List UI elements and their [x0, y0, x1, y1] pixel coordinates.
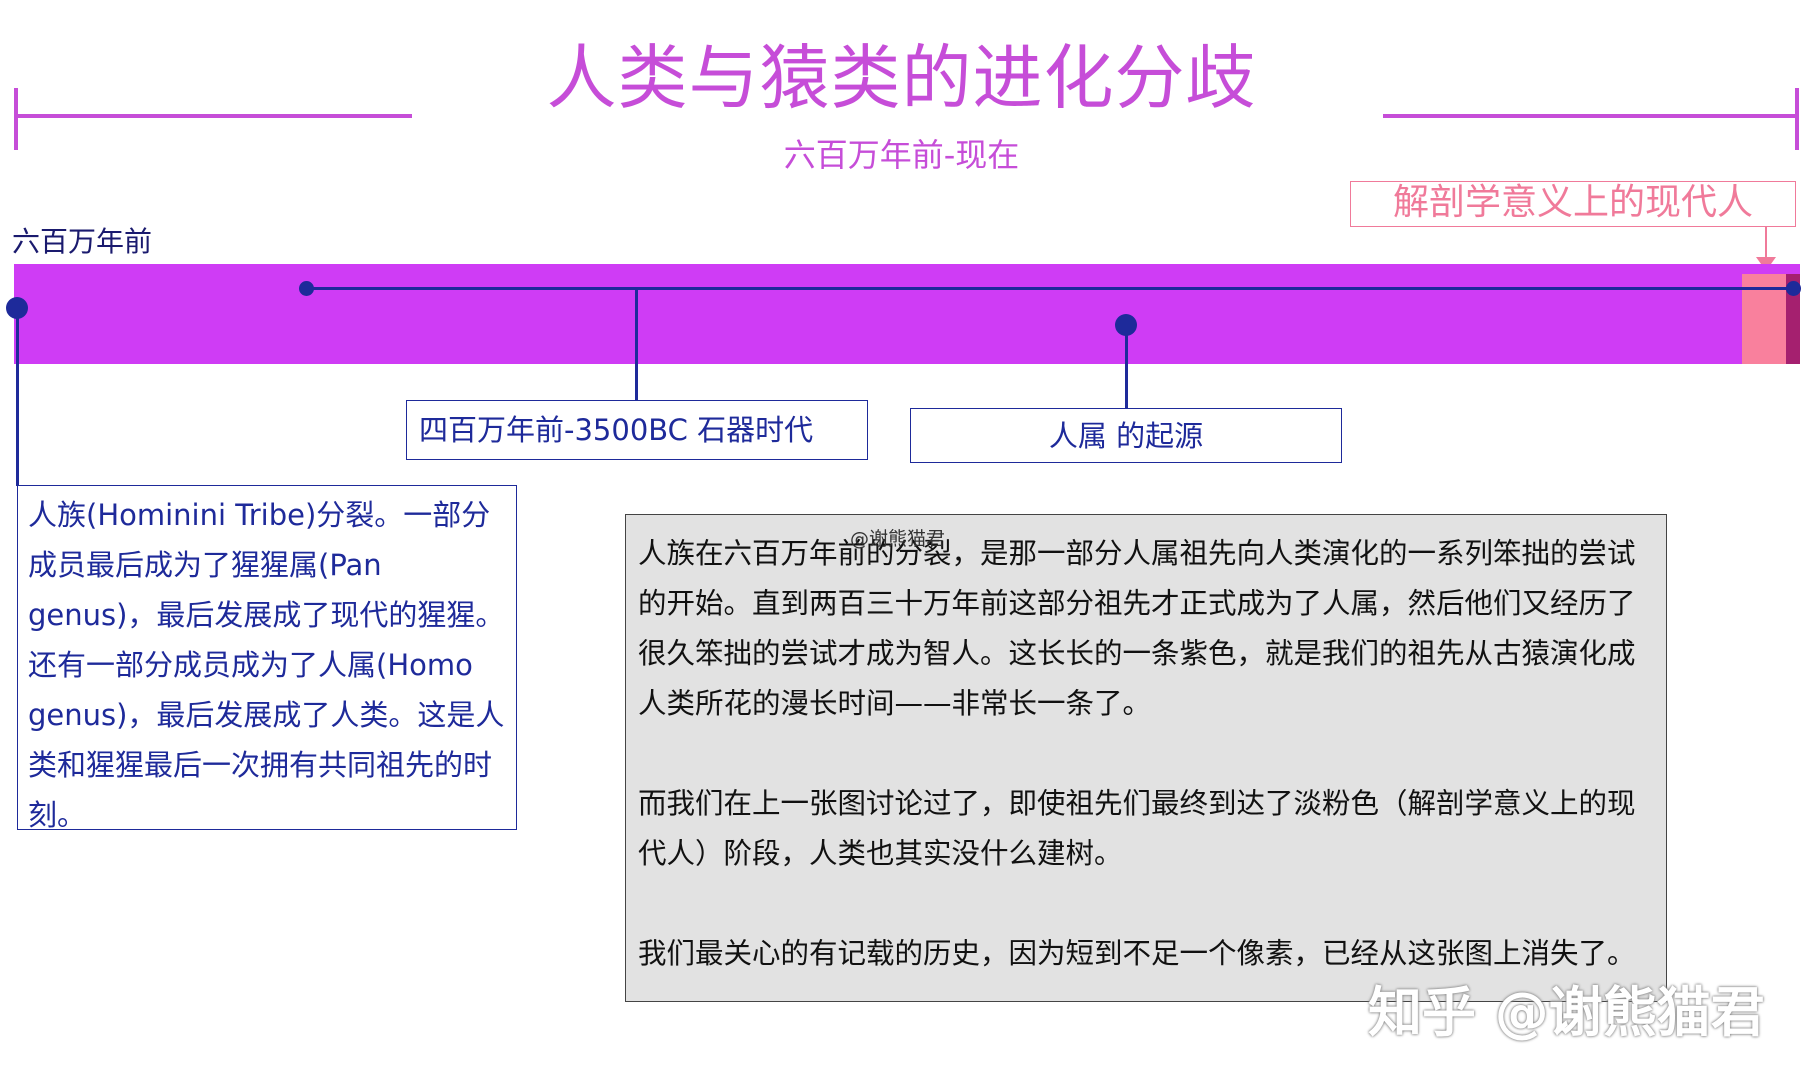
note-paragraph: 人族在六百万年前的分裂，是那一部分人属祖先向人类演化的一系列笨拙的尝试的开始。直… — [638, 537, 1636, 720]
stone-age-connector — [635, 288, 638, 401]
tribe-split-description: 人族(Hominini Tribe)分裂。一部分 成员最后成为了猩猩属(Pan … — [17, 485, 517, 832]
genus-origin-label: 人属 的起源 — [910, 408, 1342, 463]
diagram-title: 人类与猿类的进化分歧 — [546, 37, 1257, 119]
homo-genus-line-end-dot — [1786, 281, 1801, 296]
modern-human-label: 解剖学意义上的现代人 — [1350, 181, 1796, 227]
author-credit: @谢熊猫君 — [850, 528, 946, 550]
diagram-subtitle: 六百万年前-现在 — [783, 136, 1020, 174]
timeline-bar — [14, 264, 1800, 364]
span-bracket-left — [14, 114, 412, 118]
zhihu-watermark: 知乎 @谢熊猫君 — [1368, 981, 1765, 1044]
timeline-start-label: 六百万年前 — [12, 225, 153, 258]
modern-human-arrow-line — [1765, 227, 1767, 259]
tribe-split-line: 刻。 — [28, 798, 87, 832]
genus-origin-connector — [1125, 325, 1128, 409]
tribe-split-line: 成员最后成为了猩猩属(Pan — [28, 548, 382, 582]
homo-genus-line-start-dot — [299, 281, 314, 296]
span-bracket-right — [1383, 114, 1797, 118]
span-bracket-right-tick — [1795, 88, 1799, 150]
homo-genus-line — [306, 287, 1796, 290]
stone-age-label: 四百万年前-3500BC 石器时代 — [406, 400, 868, 460]
tribe-split-line: 还有一部分成员成为了人属(Homo — [28, 648, 473, 682]
tribe-split-line: genus)，最后发展成了人类。这是人 — [28, 698, 505, 732]
tribe-split-line: 人族(Hominini Tribe)分裂。一部分 — [28, 498, 491, 532]
span-bracket-left-tick — [14, 88, 18, 150]
explanation-note: 人族在六百万年前的分裂，是那一部分人属祖先向人类演化的一系列笨拙的尝试的开始。直… — [625, 514, 1667, 1002]
tribe-split-line: 类和猩猩最后一次拥有共同祖先的时 — [28, 748, 493, 782]
note-paragraph: 而我们在上一张图讨论过了，即使祖先们最终到达了淡粉色（解剖学意义上的现代人）阶段… — [638, 787, 1636, 870]
split-connector — [16, 308, 19, 486]
tribe-split-line: genus)，最后发展成了现代的猩猩。 — [28, 598, 505, 632]
